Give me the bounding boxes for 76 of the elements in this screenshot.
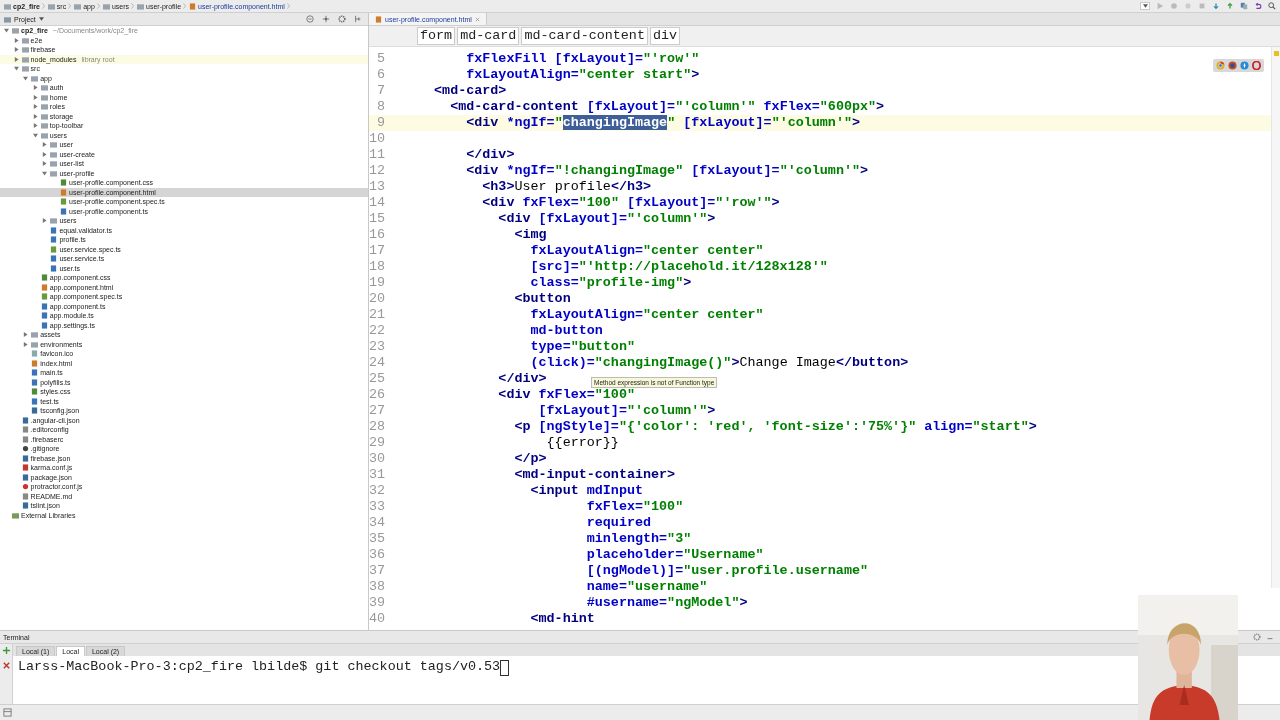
line-number: 37 <box>369 563 385 579</box>
code-line: [src]="'http://placehold.it/128x128'" <box>529 259 828 275</box>
line-number: 8 <box>375 99 385 115</box>
line-number: 39 <box>369 595 385 611</box>
tag-breadcrumb[interactable]: form <box>417 27 456 45</box>
code-line: <div fxFlex="100" <box>497 387 635 403</box>
code-line: minlength="3" <box>585 531 692 547</box>
line-number: 17 <box>369 243 385 259</box>
line-number: 29 <box>369 435 385 451</box>
line-number: 6 <box>375 67 385 83</box>
line-number: 22 <box>369 323 385 339</box>
code-line: </p> <box>513 451 547 467</box>
tag-breadcrumb[interactable]: div <box>649 27 681 45</box>
code-line: <div fxFlex="100" [fxLayout]="'row'"> <box>481 195 780 211</box>
code-line: #username="ngModel"> <box>585 595 748 611</box>
line-number: 34 <box>369 515 385 531</box>
code-line: fxLayoutAlign="center center" <box>529 307 764 323</box>
code-line: fxLayoutAlign="center start"> <box>465 67 700 83</box>
line-number: 16 <box>369 227 385 243</box>
code-line: required <box>585 515 652 531</box>
code-line: fxFlexFill [fxLayout]="'row'" <box>465 51 700 67</box>
line-number: 21 <box>369 307 385 323</box>
code-line: type="button" <box>529 339 635 355</box>
line-number: 7 <box>375 83 385 99</box>
line-number: 10 <box>369 131 385 147</box>
tag-breadcrumb[interactable]: md-card-content <box>521 27 648 45</box>
line-number: 11 <box>369 147 385 163</box>
line-number: 40 <box>369 611 385 627</box>
command-line: Larss-MacBook-Pro-3:cp2_fire lbilde$ git checkout tags/v0.53 <box>18 659 501 675</box>
line-number: 18 <box>369 259 385 275</box>
code-line: <button <box>513 291 571 307</box>
code-line: <p [ngStyle]="{'color': 'red', 'font-size':'75%'}" align="start"> <box>513 419 1037 435</box>
code-line: [(ngModel)]="user.profile.username" <box>585 563 868 579</box>
code-line: <md-card> <box>433 83 507 99</box>
line-number: 15 <box>369 211 385 227</box>
code-line: <div [fxLayout]="'column'"> <box>497 211 716 227</box>
line-number: 9 <box>375 115 385 131</box>
line-number: 32 <box>369 483 385 499</box>
code-line: {{error}} <box>545 435 619 451</box>
code-line: </div> <box>497 371 547 387</box>
line-number: 12 <box>369 163 385 179</box>
code-line: placeholder="Username" <box>585 547 764 563</box>
code-line: [fxLayout]="'column'"> <box>537 403 716 419</box>
line-number: 38 <box>369 579 385 595</box>
line-number: 25 <box>369 371 385 387</box>
code-line: </div> <box>465 147 515 163</box>
line-number: 33 <box>369 499 385 515</box>
line-number: 26 <box>369 387 385 403</box>
code-line: <md-card-content [fxLayout]="'column'" fxFlex="600px"> <box>449 99 885 115</box>
code-line: md-button <box>529 323 603 339</box>
code-line: <input mdInput <box>529 483 643 499</box>
line-number: 13 <box>369 179 385 195</box>
code-line: <md-hint <box>529 611 595 627</box>
line-number: 24 <box>369 355 385 371</box>
code-line: <div *ngIf="changingImage" [fxLayout]="'column'"> <box>465 115 861 131</box>
line-number: 35 <box>369 531 385 547</box>
code-line: <h3>User profile</h3> <box>481 179 652 195</box>
line-number: 30 <box>369 451 385 467</box>
code-line: fxLayoutAlign="center center" <box>529 243 764 259</box>
line-number: 14 <box>369 195 385 211</box>
code-line: class="profile-img"> <box>529 275 692 291</box>
code-line: <md-input-container> <box>513 467 676 483</box>
code-line: <div *ngIf="!changingImage" [fxLayout]="'column'"> <box>465 163 869 179</box>
line-number: 20 <box>369 291 385 307</box>
line-number: 5 <box>375 51 385 67</box>
code-line: (click)="changingImage()">Change Image</button> <box>529 355 909 371</box>
line-number: 28 <box>369 419 385 435</box>
code-line: name="username" <box>585 579 708 595</box>
tag-breadcrumb[interactable]: md-card <box>457 27 520 45</box>
line-number: 23 <box>369 339 385 355</box>
line-number: 36 <box>369 547 385 563</box>
code-line: fxFlex="100" <box>585 499 684 515</box>
code-line: <img <box>513 227 547 243</box>
line-number: 19 <box>369 275 385 291</box>
line-number: 27 <box>369 403 385 419</box>
line-number: 31 <box>369 467 385 483</box>
